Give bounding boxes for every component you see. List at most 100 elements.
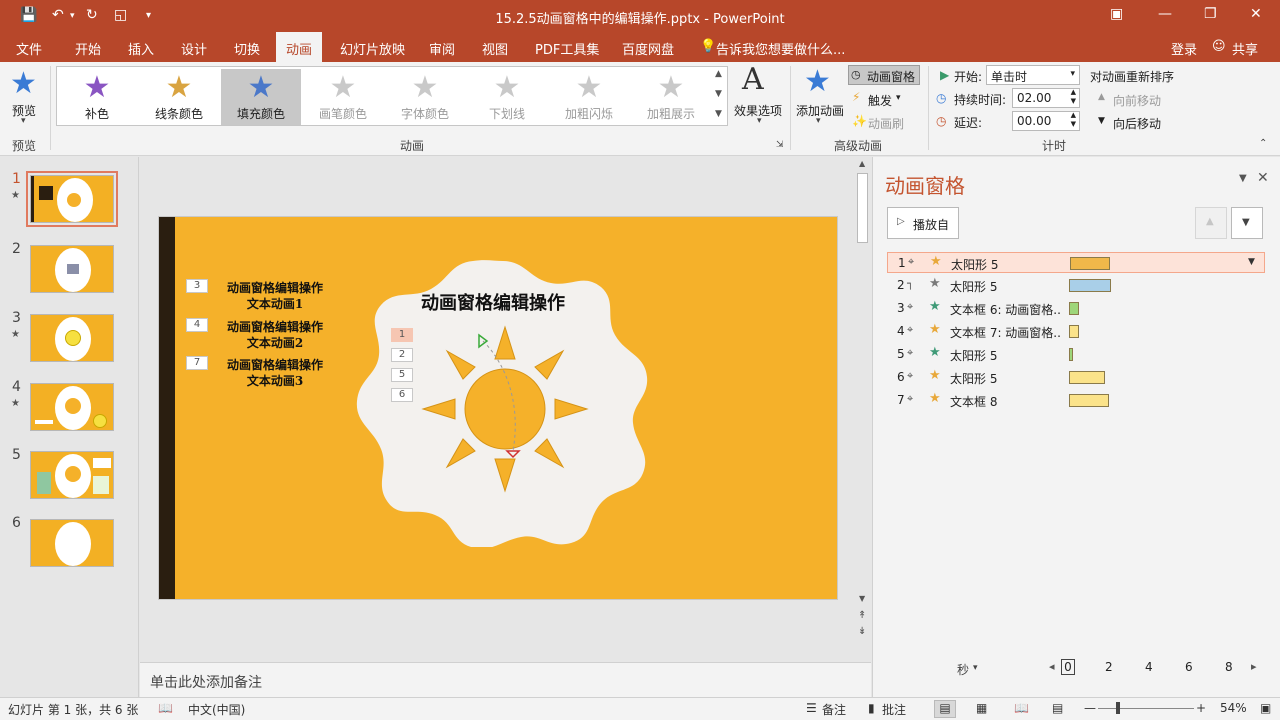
minimize-icon[interactable]: — (1158, 6, 1172, 22)
animation-tag[interactable]: 4 (186, 318, 208, 332)
preview-star-icon[interactable]: ★ (10, 66, 37, 101)
gallery-more-icon[interactable]: ▼ (715, 109, 722, 119)
animation-row[interactable]: 6 ⌖ ★ 太阳形 5 (887, 367, 1265, 388)
spin-down-icon[interactable]: ▼ (1071, 120, 1076, 128)
tab-slideshow[interactable]: 幻灯片放映 (340, 39, 405, 58)
timeline-bar[interactable] (1069, 394, 1109, 407)
zoom-slider-track[interactable] (1098, 708, 1194, 709)
zoom-out-icon[interactable]: — (1084, 701, 1096, 715)
anim-underline[interactable]: ★ 下划线 (467, 69, 547, 125)
anim-font-color[interactable]: ★ 字体颜色 (385, 69, 465, 125)
sign-in-link[interactable]: 登录 (1171, 39, 1197, 58)
spin-down-icon[interactable]: ▼ (1071, 97, 1076, 105)
close-pane-icon[interactable]: ✕ (1257, 170, 1269, 186)
anim-bold-reveal[interactable]: ★ 加粗展示 (631, 69, 711, 125)
notes-placeholder[interactable]: 单击此处添加备注 (150, 672, 262, 692)
tab-baidu-netdisk[interactable]: 百度网盘 (622, 39, 674, 58)
collapse-ribbon-icon[interactable]: ⌃ (1259, 138, 1267, 149)
slide-sorter-icon[interactable]: ▦ (976, 701, 987, 715)
row-dropdown-icon[interactable]: ▼ (1248, 257, 1255, 267)
delay-input[interactable]: 00.00 ▲ ▼ (1012, 111, 1080, 131)
fit-to-window-icon[interactable]: ▣ (1260, 701, 1271, 715)
tab-home[interactable]: 开始 (75, 39, 101, 58)
spin-up-icon[interactable]: ▲ (1071, 88, 1076, 96)
slide-thumbnail-1[interactable] (26, 171, 118, 227)
slide-text-1[interactable]: 动画窗格编辑操作 文本动画1 (215, 280, 335, 312)
move-up-button[interactable]: ▲ (1195, 207, 1227, 239)
add-animation-icon[interactable]: ★ (804, 64, 831, 99)
slide-text-2[interactable]: 动画窗格编辑操作 文本动画2 (215, 319, 335, 351)
scroll-down-icon[interactable]: ▼ (859, 594, 865, 603)
tab-pdf-tools[interactable]: PDF工具集 (535, 39, 599, 58)
play-from-button[interactable]: ▷ 播放自 (887, 207, 959, 239)
add-animation-dropdown-icon[interactable]: ▾ (816, 116, 821, 126)
timeline-bar[interactable] (1069, 348, 1073, 361)
ribbon-display-icon[interactable]: ▣ (1110, 6, 1123, 22)
animation-dialog-launcher-icon[interactable]: ⇲ (776, 140, 784, 150)
previous-slide-icon[interactable]: ↟ (858, 610, 866, 621)
anim-line-color[interactable]: ★ 线条颜色 (139, 69, 219, 125)
language-indicator[interactable]: 中文(中国) (188, 701, 245, 718)
gallery-scroll-up-icon[interactable]: ▲ (715, 69, 722, 79)
animation-row[interactable]: 3 ⌖ ★ 文本框 6: 动画窗格... (887, 298, 1265, 319)
slide-thumbnail-3[interactable] (30, 314, 114, 362)
effect-options-dropdown-icon[interactable]: ▾ (757, 116, 762, 126)
timeline-bar[interactable] (1069, 325, 1079, 338)
tab-review[interactable]: 审阅 (429, 39, 455, 58)
gallery-scroll-down-icon[interactable]: ▼ (715, 89, 722, 99)
tab-view[interactable]: 视图 (482, 39, 508, 58)
slide-text-3[interactable]: 动画窗格编辑操作 文本动画3 (215, 357, 335, 389)
animation-painter-button[interactable]: 动画刷 (868, 115, 904, 132)
timeline-bar[interactable] (1069, 302, 1079, 315)
pane-options-icon[interactable]: ▼ (1239, 173, 1247, 184)
zoom-in-icon[interactable]: + (1196, 701, 1206, 715)
scroll-thumb[interactable] (857, 173, 868, 243)
restore-icon[interactable]: ❐ (1204, 6, 1217, 22)
slide-thumbnail-6[interactable] (30, 519, 114, 567)
reading-view-icon[interactable]: 📖 (1014, 701, 1029, 715)
timeline-bar[interactable] (1070, 257, 1110, 270)
animation-tag[interactable]: 2 (391, 348, 413, 362)
tab-animations[interactable]: 动画 (276, 32, 323, 62)
tell-me-search[interactable]: 告诉我您想要做什么... (716, 39, 845, 58)
share-button[interactable]: 共享 (1232, 39, 1258, 58)
tab-file[interactable]: 文件 (16, 39, 42, 58)
next-slide-icon[interactable]: ↡ (858, 626, 866, 637)
comments-button[interactable]: 批注 (882, 701, 906, 718)
share-icon[interactable]: ☺ (1212, 39, 1226, 54)
animation-tag[interactable]: 5 (391, 368, 413, 382)
timeline-bar[interactable] (1069, 279, 1111, 292)
slide-title[interactable]: 动画窗格编辑操作 (421, 289, 565, 315)
move-later-button[interactable]: 向后移动 (1113, 115, 1161, 132)
animation-pane-button[interactable]: ◷ 动画窗格 (848, 65, 920, 85)
close-icon[interactable]: ✕ (1250, 6, 1262, 22)
move-down-button[interactable]: ▼ (1231, 207, 1263, 239)
animation-row[interactable]: 1 ⌖ ★ 太阳形 5 ▼ (887, 252, 1265, 273)
animation-row[interactable]: 5 ⌖ ★ 太阳形 5 (887, 344, 1265, 365)
timeline-bar[interactable] (1069, 371, 1105, 384)
zoom-slider-thumb[interactable] (1116, 702, 1120, 714)
seconds-dropdown-icon[interactable]: ▾ (973, 663, 978, 673)
slide-thumbnail-4[interactable] (30, 383, 114, 431)
zoom-level[interactable]: 54% (1220, 701, 1247, 715)
move-earlier-button[interactable]: 向前移动 (1113, 92, 1161, 109)
seconds-dropdown[interactable]: 秒 (957, 661, 969, 678)
animation-row[interactable]: 2 ┐ ★ 太阳形 5 (887, 275, 1265, 296)
anim-brush-color[interactable]: ★ 画笔颜色 (303, 69, 383, 125)
spelling-check-icon[interactable]: 📖 (158, 701, 173, 715)
tab-transitions[interactable]: 切换 (234, 39, 260, 58)
tab-insert[interactable]: 插入 (128, 39, 154, 58)
normal-view-icon[interactable]: ▤ (934, 700, 956, 718)
scroll-up-icon[interactable]: ▲ (859, 159, 865, 168)
anim-complementary-color[interactable]: ★ 补色 (57, 69, 137, 125)
effect-options-icon[interactable]: A (742, 62, 764, 97)
timeline-left-icon[interactable]: ◂ (1049, 660, 1055, 673)
slide[interactable]: 3 动画窗格编辑操作 文本动画1 4 动画窗格编辑操作 文本动画2 7 动画窗格… (158, 216, 838, 600)
tab-design[interactable]: 设计 (181, 39, 207, 58)
notes-button[interactable]: 备注 (822, 701, 846, 718)
animation-row[interactable]: 7 ⌖ ★ 文本框 8 (887, 390, 1265, 411)
slide-scrollbar[interactable]: ▲ ▼ ↟ ↡ (855, 157, 871, 662)
spin-up-icon[interactable]: ▲ (1071, 111, 1076, 119)
slide-thumbnail-5[interactable] (30, 451, 114, 499)
animation-tag[interactable]: 1 (391, 328, 413, 342)
